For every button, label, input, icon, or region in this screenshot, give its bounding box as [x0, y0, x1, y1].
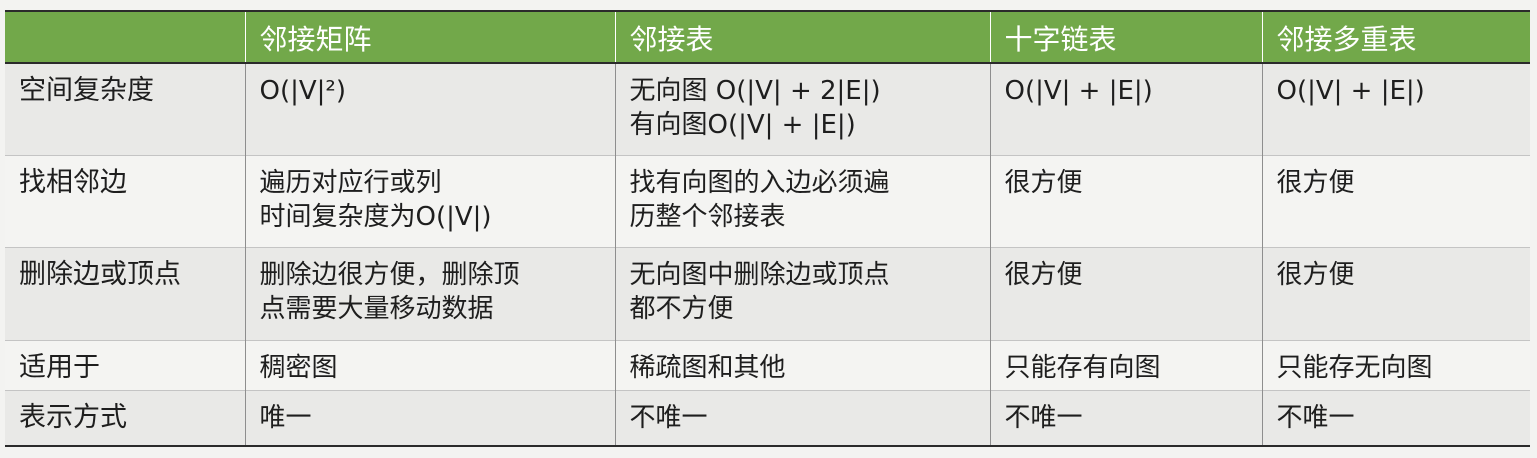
- table-cell: 不唯一: [990, 390, 1263, 446]
- cell-text: 只能存无向图: [1276, 352, 1433, 383]
- cell-text: 很方便: [1004, 167, 1083, 198]
- row-label: 表示方式: [5, 390, 246, 446]
- comparison-table: 邻接矩阵 邻接表 十字链表 邻接多重表 空间复杂度 O(|V|²) 无向图 O(…: [5, 10, 1530, 447]
- cell-text: 无向图中删除边或顶点: [629, 260, 890, 291]
- cell-text: 不唯一: [629, 403, 708, 434]
- row-label: 删除边或顶点: [5, 247, 246, 341]
- header-corner-cell: [5, 11, 246, 63]
- table-row-representation: 表示方式 唯一 不唯一 不唯一 不唯一: [5, 390, 1530, 446]
- table-cell: 找有向图的入边必须遍 历整个邻接表: [615, 155, 991, 248]
- cell-text: O(|V|²): [259, 76, 346, 106]
- cell-text: 很方便: [1004, 260, 1083, 291]
- header-adjacency-list: 邻接表: [615, 11, 991, 63]
- table-row-space-complexity: 空间复杂度 O(|V|²) 无向图 O(|V| + 2|E|) 有向图O(|V|…: [5, 63, 1530, 156]
- cell-text: O(|V| + |E|): [1004, 76, 1153, 106]
- header-adjacency-multilist: 邻接多重表: [1276, 23, 1417, 56]
- table-cell: 很方便: [1262, 248, 1530, 340]
- cell-text: 唯一: [259, 403, 312, 434]
- table-cell: 很方便: [990, 247, 1263, 341]
- cell-text: 无向图 O(|V| + 2|E|): [629, 76, 881, 106]
- row-label: 空间复杂度: [5, 63, 246, 156]
- header-row: 邻接矩阵 邻接表 十字链表 邻接多重表: [5, 11, 1530, 63]
- row-label: 找相邻边: [5, 155, 246, 248]
- cell-text: 很方便: [1276, 167, 1355, 198]
- table-cell: 不唯一: [615, 390, 991, 446]
- table-cell: 只能存有向图: [990, 340, 1263, 391]
- cell-text: 稠密图: [259, 352, 338, 383]
- table-cell: 不唯一: [1262, 391, 1530, 446]
- cell-text: 只能存有向图: [1004, 352, 1161, 383]
- cell-text: 不唯一: [1276, 403, 1355, 434]
- table-cell: O(|V|²): [245, 63, 616, 156]
- cell-text: 不唯一: [1004, 403, 1083, 434]
- header-adjacency-matrix: 邻接矩阵: [245, 11, 616, 63]
- cell-text: 历整个邻接表: [629, 201, 786, 232]
- table-row-suitable-for: 适用于 稠密图 稀疏图和其他 只能存有向图 只能存无向图: [5, 340, 1530, 391]
- table-row-delete-edge-or-vertex: 删除边或顶点 删除边很方便，删除顶 点需要大量移动数据 无向图中删除边或顶点 都…: [5, 247, 1530, 341]
- table-cell: 遍历对应行或列 时间复杂度为O(|V|): [245, 155, 616, 248]
- cell-text: 遍历对应行或列: [259, 167, 442, 198]
- table-cell: 稀疏图和其他: [615, 340, 991, 391]
- cell-text: 时间复杂度为O(|V|): [259, 201, 492, 232]
- table-cell: 唯一: [245, 390, 616, 446]
- cell-text: 删除边很方便，删除顶: [259, 260, 520, 291]
- table-cell: 无向图 O(|V| + 2|E|) 有向图O(|V| + |E|): [615, 63, 991, 156]
- table-row-find-adjacent-edges: 找相邻边 遍历对应行或列 时间复杂度为O(|V|) 找有向图的入边必须遍 历整个…: [5, 155, 1530, 248]
- cell-text: 都不方便: [629, 294, 734, 325]
- table-cell: 很方便: [1262, 155, 1530, 247]
- table-cell: 无向图中删除边或顶点 都不方便: [615, 247, 991, 341]
- table-cell: O(|V| + |E|): [990, 63, 1263, 156]
- table-cell: 删除边很方便，删除顶 点需要大量移动数据: [245, 247, 616, 341]
- cell-text: 点需要大量移动数据: [259, 294, 494, 325]
- slide: 邻接矩阵 邻接表 十字链表 邻接多重表 空间复杂度 O(|V|²) 无向图 O(…: [0, 0, 1537, 458]
- table-cell: 只能存无向图: [1262, 340, 1530, 390]
- cell-text: O(|V| + |E|): [1276, 76, 1425, 106]
- cell-text: 找有向图的入边必须遍: [629, 167, 890, 198]
- table-cell: 很方便: [990, 155, 1263, 248]
- table-cell: O(|V| + |E|): [1262, 63, 1530, 155]
- cell-text: 稀疏图和其他: [629, 352, 786, 383]
- cell-text: 很方便: [1276, 260, 1355, 291]
- row-label: 适用于: [5, 340, 246, 391]
- header-orthogonal-list: 十字链表: [990, 11, 1263, 63]
- table-cell: 稠密图: [245, 340, 616, 391]
- cell-text: 有向图O(|V| + |E|): [629, 110, 856, 140]
